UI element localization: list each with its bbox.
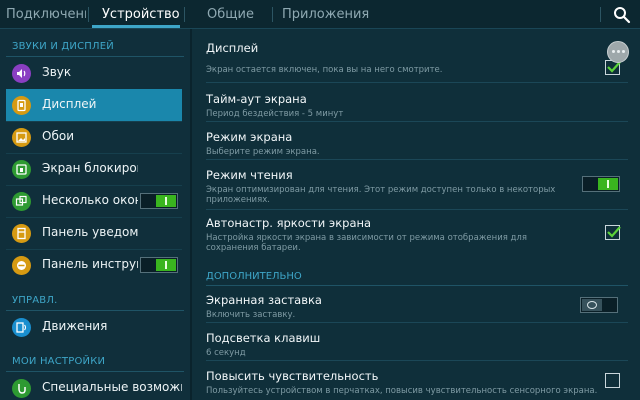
tab-divider (88, 7, 89, 22)
setting-smart-stay[interactable]: Дисплей Экран остается включен, пока вы … (206, 41, 622, 75)
setting-key-backlight[interactable]: Подсветка клавиш 6 секунд (206, 331, 622, 358)
sidebar-item-label: Экран блокировки (42, 161, 138, 175)
reading-mode-toggle[interactable] (582, 176, 620, 192)
setting-reading-mode[interactable]: Режим чтения Экран оптимизирован для чте… (206, 168, 574, 205)
multiwindow-icon (12, 192, 31, 211)
settings-sidebar: ЗВУКИ И ДИСПЛЕЙ Звук Дисплей Обои Экран … (0, 29, 192, 400)
sidebar-item-lockscreen[interactable]: Экран блокировки (6, 153, 182, 185)
search-button[interactable] (612, 5, 632, 25)
wallpaper-icon (12, 128, 31, 147)
tab-divider (184, 7, 185, 22)
setting-title: Подсветка клавиш (206, 331, 321, 345)
sidebar-item-label: Панель уведомлений (42, 225, 138, 239)
toolbox-icon (12, 256, 31, 275)
setting-title: Автонастр. яркости экрана (206, 216, 372, 230)
section-header-sound-display: ЗВУКИ И ДИСПЛЕЙ (12, 41, 114, 52)
toggle-knob (582, 299, 602, 311)
toolbox-toggle[interactable] (140, 257, 178, 273)
accessibility-icon (12, 379, 31, 398)
toggle-knob (156, 259, 176, 271)
sidebar-item-label: Движения (42, 319, 108, 333)
setting-subtitle: 6 секунд (206, 348, 246, 358)
setting-subtitle: Период бездействия - 5 минут (206, 109, 344, 119)
tab-divider (272, 7, 273, 22)
setting-subtitle: Пользуйтесь устройством в перчатках, пов… (206, 386, 598, 396)
setting-subtitle: Настройка яркости экрана в зависимости о… (206, 233, 527, 253)
setting-subtitle: Экран остается включен, пока вы на него … (206, 65, 443, 75)
divider (206, 360, 628, 361)
divider (206, 322, 628, 323)
speaker-icon (12, 64, 31, 83)
checkmark-icon (607, 226, 621, 238)
sidebar-item-sound[interactable]: Звук (6, 57, 182, 89)
touch-sensitivity-checkbox[interactable] (605, 373, 620, 388)
setting-title: Экранная заставка (206, 293, 322, 307)
display-settings-panel: Дисплей Экран остается включен, пока вы … (194, 29, 640, 400)
setting-auto-brightness[interactable]: Автонастр. яркости экрана Настройка ярко… (206, 216, 574, 253)
search-icon (614, 7, 631, 24)
section-divider (206, 285, 628, 286)
more-options-button[interactable] (607, 41, 629, 63)
setting-title: Дисплей (206, 41, 259, 55)
section-header-my-settings: МОИ НАСТРОЙКИ (12, 356, 106, 367)
sidebar-item-toolbox[interactable]: Панель инструм... (6, 249, 182, 281)
toggle-knob (598, 178, 618, 190)
section-header-advanced: ДОПОЛНИТЕЛЬНО (206, 271, 302, 282)
multiwindow-toggle[interactable] (140, 193, 178, 209)
sidebar-item-motions[interactable]: Движения (6, 311, 182, 343)
active-tab-indicator (92, 25, 180, 28)
sidebar-item-accessibility[interactable]: Специальные возможно... (6, 372, 182, 400)
toggle-knob (156, 195, 176, 207)
sidebar-item-wallpaper[interactable]: Обои (6, 121, 182, 153)
tab-general[interactable]: Общие (207, 0, 267, 29)
motion-icon (12, 318, 31, 337)
setting-title: Повысить чувствительность (206, 369, 379, 383)
sidebar-item-label: Звук (42, 65, 72, 79)
sidebar-item-notification-panel[interactable]: Панель уведомлений (6, 217, 182, 249)
setting-screen-timeout[interactable]: Тайм-аут экрана Период бездействия - 5 м… (206, 92, 622, 119)
divider (206, 159, 628, 160)
sidebar-item-label: Дисплей (42, 97, 97, 111)
setting-title: Тайм-аут экрана (206, 92, 307, 106)
sidebar-item-label: Специальные возможно... (42, 380, 182, 394)
sidebar-item-label: Несколько окон (42, 193, 138, 207)
divider (206, 209, 628, 210)
sidebar-item-multiwindow[interactable]: Несколько окон (6, 185, 182, 217)
tab-divider (600, 7, 601, 22)
notification-panel-icon (12, 224, 31, 243)
divider (206, 82, 628, 83)
setting-subtitle: Выберите режим экрана. (206, 147, 320, 157)
setting-title: Режим экрана (206, 130, 293, 144)
top-tab-bar: Подключени... Устройство Общие Приложени… (0, 0, 640, 29)
section-header-control: УПРАВЛ. (12, 295, 58, 306)
lock-icon (12, 160, 31, 179)
auto-brightness-checkbox[interactable] (605, 225, 621, 240)
tab-applications[interactable]: Приложения (282, 0, 372, 29)
setting-subtitle: Включить заставку. (206, 310, 296, 320)
sidebar-item-label: Панель инструм... (42, 257, 138, 271)
setting-daydream[interactable]: Экранная заставка Включить заставку. (206, 293, 622, 320)
setting-touch-sensitivity[interactable]: Повысить чувствительность Пользуйтесь ус… (206, 369, 622, 396)
display-icon (12, 96, 31, 115)
tab-connections[interactable]: Подключени... (6, 0, 86, 29)
sidebar-item-display[interactable]: Дисплей (6, 89, 182, 121)
setting-subtitle: Экран оптимизирован для чтения. Этот реж… (206, 185, 556, 205)
setting-screen-mode[interactable]: Режим экрана Выберите режим экрана. (206, 130, 622, 157)
divider (206, 121, 628, 122)
sidebar-item-label: Обои (42, 129, 74, 143)
daydream-toggle[interactable] (580, 297, 618, 313)
setting-title: Режим чтения (206, 168, 293, 182)
